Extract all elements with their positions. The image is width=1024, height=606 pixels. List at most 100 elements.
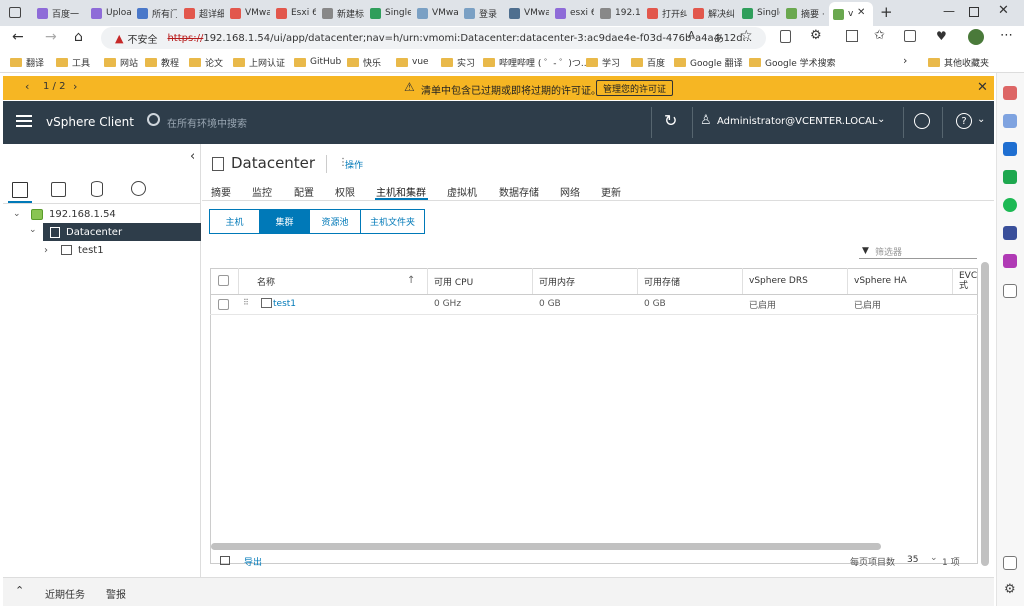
column-toggle-icon[interactable] <box>220 556 230 565</box>
horizontal-scrollbar[interactable] <box>211 543 881 550</box>
page-size-select[interactable]: 35 <box>907 555 918 565</box>
column-header[interactable]: vSphere DRS <box>743 268 848 294</box>
banner-close-icon[interactable]: ✕ <box>977 80 988 95</box>
shopping-icon[interactable] <box>1003 114 1017 128</box>
address-bar[interactable]: ▲ 不安全 https:// 192.168.1.54/ui/app/datac… <box>101 27 766 49</box>
tab-1[interactable]: 监控 <box>252 184 272 199</box>
browser-tab[interactable]: Single <box>366 3 411 23</box>
new-tab-icon[interactable]: + <box>880 3 893 21</box>
drag-handle-icon[interactable]: ⠿ <box>243 298 249 307</box>
storage-view-icon[interactable] <box>91 181 103 197</box>
bookmark-item[interactable]: 网站 <box>104 54 138 70</box>
chevron-down-icon[interactable]: ⌄ <box>13 209 25 219</box>
split-screen-icon[interactable] <box>846 30 858 42</box>
tab-2[interactable]: 配置 <box>294 184 314 199</box>
add-icon[interactable] <box>1003 284 1017 298</box>
hosts-clusters-view-icon[interactable] <box>12 182 28 198</box>
spotify-icon[interactable] <box>1003 198 1017 212</box>
user-menu[interactable]: Administrator@VCENTER.LOCAL <box>717 116 877 127</box>
actions-menu[interactable]: 操作 <box>345 158 363 171</box>
outlook-icon[interactable] <box>1003 142 1017 156</box>
refresh-icon[interactable]: ↻ <box>664 111 677 130</box>
send-icon[interactable] <box>1003 170 1017 184</box>
subtab-1[interactable]: 集群 <box>259 209 310 234</box>
feedback-smiley-icon[interactable] <box>914 113 930 129</box>
browser-tab[interactable]: esxi 6 <box>551 3 594 23</box>
bookmark-item[interactable]: Google 翻译 <box>674 54 743 70</box>
sort-ascending-icon[interactable]: ↑ <box>407 275 415 286</box>
bookmark-item[interactable]: 论文 <box>189 54 223 70</box>
tab-0[interactable]: 摘要 <box>211 184 231 199</box>
game-icon[interactable] <box>1003 254 1017 268</box>
tab-4[interactable]: 主机和集群 <box>376 184 426 199</box>
browser-tab[interactable]: 打开纠 <box>643 3 687 23</box>
maximize-icon[interactable] <box>969 7 979 17</box>
tab-7[interactable]: 网络 <box>560 184 580 199</box>
tree-node-cluster[interactable]: › test1 <box>3 241 201 259</box>
browser-tab[interactable]: 登录 <box>460 3 503 23</box>
collapse-panel-icon[interactable]: ‹ <box>190 149 195 164</box>
favorite-star-icon[interactable]: ☆ <box>740 28 753 44</box>
browser-tab[interactable]: Uploa <box>87 3 131 23</box>
column-header[interactable]: 名称 <box>251 268 428 294</box>
tab-8[interactable]: 更新 <box>601 184 621 199</box>
help-chevron-down-icon[interactable]: ⌄ <box>977 114 985 125</box>
subtab-0[interactable]: 主机 <box>209 209 260 234</box>
filter-input[interactable]: 筛选器 <box>875 245 902 258</box>
browser-tab[interactable]: VMwa <box>505 3 549 23</box>
read-aloud-icon[interactable]: A <box>688 30 695 41</box>
sidebar-layout-icon[interactable] <box>1003 556 1017 570</box>
more-menu-icon[interactable]: ⋯ <box>1000 28 1013 43</box>
cluster-name-link[interactable]: test1 <box>273 294 296 314</box>
browser-tab[interactable]: VMwa <box>413 3 458 23</box>
bookmark-other[interactable]: 其他收藏夹 <box>928 54 989 70</box>
manage-license-button[interactable]: 管理您的许可证 <box>596 80 674 96</box>
help-icon[interactable]: ? <box>956 113 972 129</box>
favorites-icon[interactable]: ✩ <box>874 28 885 43</box>
column-header[interactable]: 可用存储 <box>638 268 743 294</box>
browser-tab[interactable]: 解决纠 <box>689 3 736 23</box>
bookmark-item[interactable]: 上网认证 <box>233 54 285 70</box>
subtab-3[interactable]: 主机文件夹 <box>360 209 425 234</box>
bookmark-item[interactable]: 哔哩哔哩 ( ゜- ゜)つ... <box>483 54 589 70</box>
bookmark-item[interactable]: 工具 <box>56 54 90 70</box>
collections2-icon[interactable] <box>904 30 916 42</box>
chevron-down-icon[interactable]: ⌄ <box>29 225 37 235</box>
bookmark-item[interactable]: 翻译 <box>10 54 44 70</box>
banner-next-icon[interactable]: › <box>73 80 77 93</box>
tree-node-datacenter[interactable]: Datacenter <box>43 223 201 241</box>
column-header[interactable]: vSphere HA <box>848 268 953 294</box>
forward-icon[interactable]: → <box>45 29 57 45</box>
row-checkbox[interactable] <box>218 299 229 313</box>
tree-node-host[interactable]: ⌄ 192.168.1.54 <box>3 205 201 223</box>
bookmarks-overflow-icon[interactable]: › <box>903 54 907 67</box>
home-icon[interactable]: ⌂ <box>74 29 83 45</box>
close-tab-icon[interactable]: ✕ <box>857 7 865 18</box>
vertical-scrollbar[interactable] <box>981 262 989 566</box>
alarms-tab[interactable]: 警报 <box>106 586 126 601</box>
browser-tab[interactable]: 所有门 <box>133 3 177 23</box>
bookmark-item[interactable]: Google 学术搜索 <box>749 54 836 70</box>
vms-templates-view-icon[interactable] <box>51 182 66 197</box>
column-header[interactable]: 可用 CPU <box>428 268 533 294</box>
tab-actions-icon[interactable] <box>9 7 21 18</box>
column-header[interactable]: EVC 式 <box>953 268 978 294</box>
select-all-checkbox[interactable] <box>218 275 229 289</box>
column-header[interactable]: 可用内存 <box>533 268 638 294</box>
search-icon[interactable] <box>1003 86 1017 100</box>
browser-tab[interactable]: 超详细 <box>180 3 224 23</box>
bookmark-item[interactable]: 快乐 <box>347 54 381 70</box>
performance-icon[interactable]: ♥ <box>936 29 947 43</box>
bookmark-item[interactable]: 教程 <box>145 54 179 70</box>
browser-tab[interactable]: 192.1c <box>596 3 641 23</box>
browser-tab[interactable]: 摘要 · <box>782 3 826 23</box>
recent-tasks-tab[interactable]: 近期任务 <box>45 586 85 601</box>
banner-prev-icon[interactable]: ‹ <box>25 80 29 93</box>
expand-up-icon[interactable]: ⌃ <box>15 584 24 597</box>
collections-icon[interactable] <box>780 30 791 43</box>
browser-tab[interactable]: 新建标 <box>318 3 364 23</box>
bookmark-item[interactable]: 学习 <box>586 54 620 70</box>
browser-tab[interactable]: 百度一 <box>33 3 83 23</box>
export-link[interactable]: 导出 <box>244 555 262 568</box>
tab-6[interactable]: 数据存储 <box>499 184 539 199</box>
